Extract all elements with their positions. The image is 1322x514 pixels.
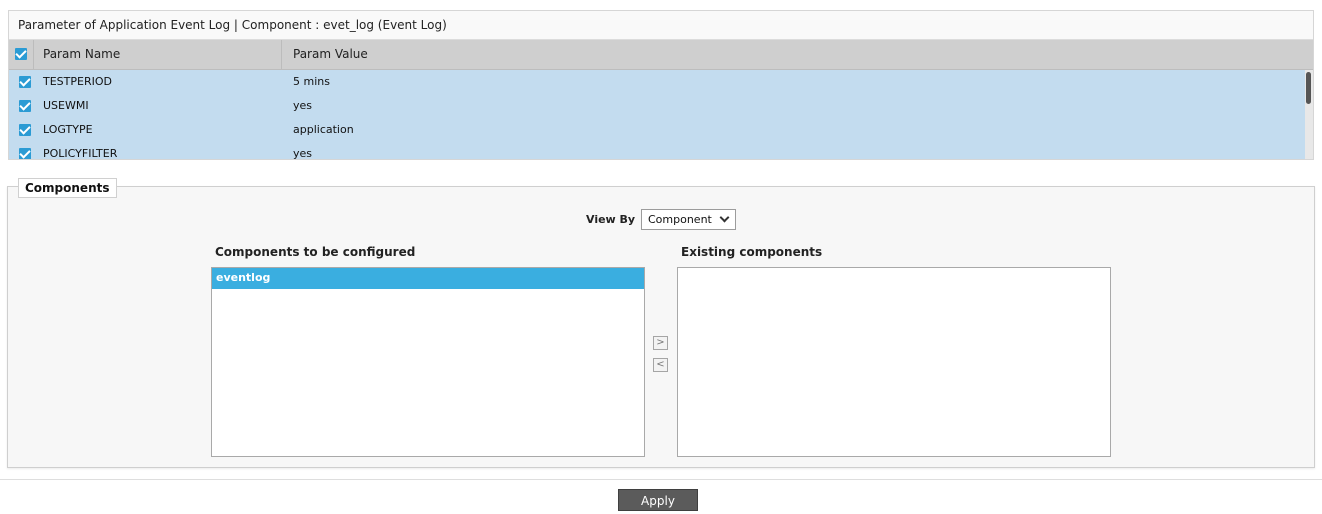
apply-button[interactable]: Apply — [618, 489, 698, 511]
param-value-cell[interactable]: application — [293, 118, 354, 142]
existing-components-label: Existing components — [681, 245, 823, 259]
move-right-button[interactable]: > — [653, 336, 668, 350]
param-grid-body: TESTPERIOD 5 mins USEWMI yes LOGTYPE app… — [9, 70, 1313, 159]
param-panel: Parameter of Application Event Log | Com… — [8, 10, 1314, 160]
row-checkbox[interactable] — [19, 76, 31, 88]
view-by-select[interactable]: Component — [641, 209, 736, 230]
param-value-cell[interactable]: 5 mins — [293, 70, 330, 94]
table-row[interactable]: USEWMI yes — [9, 94, 1313, 118]
components-legend: Components — [18, 178, 117, 198]
view-by-selected-value: Component — [648, 213, 712, 226]
param-name-cell: POLICYFILTER — [43, 147, 118, 160]
chevron-down-icon — [719, 212, 730, 223]
column-header-param-value[interactable]: Param Value — [283, 40, 1313, 69]
table-row[interactable]: POLICYFILTER yes — [9, 142, 1313, 160]
select-all-checkbox[interactable] — [15, 48, 27, 60]
param-value-cell[interactable]: yes — [293, 142, 312, 159]
components-to-configure-label: Components to be configured — [215, 245, 416, 259]
row-checkbox[interactable] — [19, 148, 31, 159]
param-panel-title: Parameter of Application Event Log | Com… — [9, 11, 1313, 40]
select-all-column — [9, 40, 34, 69]
existing-components-list[interactable] — [677, 267, 1111, 457]
param-name-cell: USEWMI — [43, 99, 89, 112]
param-name-cell: LOGTYPE — [43, 123, 93, 136]
param-value-cell[interactable]: yes — [293, 94, 312, 118]
param-grid-header: Param Name Param Value — [9, 40, 1313, 70]
row-checkbox[interactable] — [19, 124, 31, 136]
view-by-label: View By — [586, 213, 636, 226]
row-checkbox[interactable] — [19, 100, 31, 112]
table-row[interactable]: LOGTYPE application — [9, 118, 1313, 142]
table-row[interactable]: TESTPERIOD 5 mins — [9, 70, 1313, 94]
param-name-cell: TESTPERIOD — [43, 75, 112, 88]
footer-divider — [0, 479, 1322, 480]
grid-scrollbar[interactable] — [1305, 70, 1313, 159]
column-header-param-name[interactable]: Param Name — [34, 40, 282, 69]
components-to-configure-list[interactable]: eventlog — [211, 267, 645, 457]
move-left-button[interactable]: < — [653, 358, 668, 372]
scrollbar-thumb[interactable] — [1306, 72, 1311, 104]
list-item[interactable]: eventlog — [212, 268, 644, 289]
